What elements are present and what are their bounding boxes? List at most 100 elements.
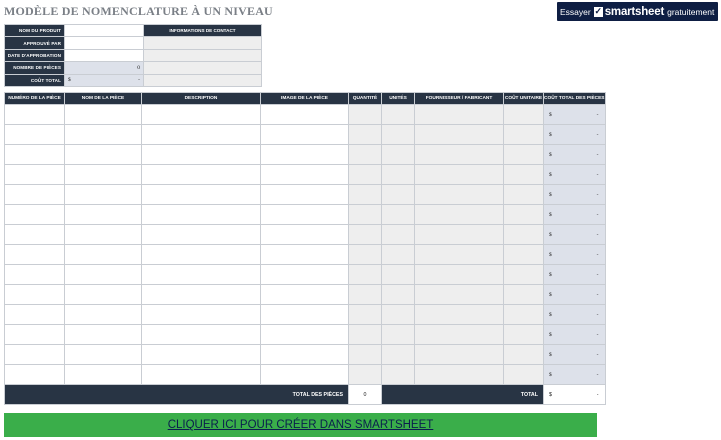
cell-units[interactable] [381, 204, 415, 225]
cell-units[interactable] [381, 224, 415, 245]
cell-part-name[interactable] [64, 124, 142, 145]
create-in-smartsheet-link[interactable]: CLIQUER ICI POUR CRÉER DANS SMARTSHEET [4, 413, 597, 437]
cell-part-name[interactable] [64, 344, 142, 365]
cell-units[interactable] [381, 244, 415, 265]
approval-date-field[interactable] [64, 48, 144, 63]
cell-part-number[interactable] [4, 304, 65, 325]
cell-part-image[interactable] [260, 244, 349, 265]
cell-part-name[interactable] [64, 284, 142, 305]
cell-part-image[interactable] [260, 124, 349, 145]
cell-unit-cost[interactable] [503, 124, 544, 145]
contact-info-field[interactable] [143, 73, 262, 87]
cell-part-name[interactable] [64, 144, 142, 165]
cell-part-number[interactable] [4, 184, 65, 205]
cell-part-image[interactable] [260, 164, 349, 185]
cell-part-number[interactable] [4, 224, 65, 245]
cell-part-number[interactable] [4, 344, 65, 365]
cell-quantity[interactable] [348, 124, 382, 145]
cell-units[interactable] [381, 344, 415, 365]
cell-part-number[interactable] [4, 144, 65, 165]
contact-info-field[interactable] [143, 61, 262, 75]
cell-units[interactable] [381, 264, 415, 285]
cell-part-image[interactable] [260, 344, 349, 365]
cell-unit-cost[interactable] [503, 204, 544, 225]
cell-units[interactable] [381, 324, 415, 345]
cell-part-number[interactable] [4, 264, 65, 285]
cell-description[interactable] [141, 304, 261, 325]
smartsheet-trial-banner[interactable]: Essayer ✓ smartsheet gratuitement [557, 2, 718, 21]
cell-description[interactable] [141, 184, 261, 205]
cell-supplier[interactable] [414, 284, 504, 305]
cell-supplier[interactable] [414, 204, 504, 225]
cell-units[interactable] [381, 124, 415, 145]
cell-unit-cost[interactable] [503, 344, 544, 365]
cell-units[interactable] [381, 184, 415, 205]
cell-part-name[interactable] [64, 204, 142, 225]
cell-units[interactable] [381, 304, 415, 325]
cell-quantity[interactable] [348, 324, 382, 345]
cell-quantity[interactable] [348, 164, 382, 185]
cell-part-name[interactable] [64, 104, 142, 125]
cell-supplier[interactable] [414, 144, 504, 165]
cell-part-image[interactable] [260, 324, 349, 345]
cell-units[interactable] [381, 284, 415, 305]
cell-unit-cost[interactable] [503, 184, 544, 205]
cell-part-number[interactable] [4, 124, 65, 145]
cell-part-number[interactable] [4, 104, 65, 125]
cell-supplier[interactable] [414, 124, 504, 145]
cell-description[interactable] [141, 124, 261, 145]
cell-part-image[interactable] [260, 304, 349, 325]
cell-unit-cost[interactable] [503, 104, 544, 125]
cell-part-image[interactable] [260, 144, 349, 165]
cell-supplier[interactable] [414, 224, 504, 245]
cell-quantity[interactable] [348, 224, 382, 245]
cell-quantity[interactable] [348, 204, 382, 225]
cell-description[interactable] [141, 264, 261, 285]
cell-description[interactable] [141, 224, 261, 245]
cell-description[interactable] [141, 244, 261, 265]
cell-part-name[interactable] [64, 244, 142, 265]
cell-part-name[interactable] [64, 164, 142, 185]
contact-info-field[interactable] [143, 36, 262, 50]
cell-part-name[interactable] [64, 304, 142, 325]
cell-supplier[interactable] [414, 264, 504, 285]
cell-quantity[interactable] [348, 284, 382, 305]
cell-supplier[interactable] [414, 164, 504, 185]
cell-unit-cost[interactable] [503, 164, 544, 185]
cell-units[interactable] [381, 164, 415, 185]
cell-description[interactable] [141, 204, 261, 225]
cell-quantity[interactable] [348, 344, 382, 365]
cell-quantity[interactable] [348, 144, 382, 165]
cell-quantity[interactable] [348, 264, 382, 285]
cell-description[interactable] [141, 324, 261, 345]
cell-description[interactable] [141, 284, 261, 305]
cell-description[interactable] [141, 144, 261, 165]
cell-description[interactable] [141, 364, 261, 385]
cell-unit-cost[interactable] [503, 244, 544, 265]
product-name-field[interactable] [64, 23, 144, 38]
cell-units[interactable] [381, 104, 415, 125]
cell-supplier[interactable] [414, 364, 504, 385]
cell-part-image[interactable] [260, 264, 349, 285]
cell-part-image[interactable] [260, 184, 349, 205]
cell-quantity[interactable] [348, 244, 382, 265]
cell-unit-cost[interactable] [503, 144, 544, 165]
cell-part-image[interactable] [260, 224, 349, 245]
cell-unit-cost[interactable] [503, 364, 544, 385]
cell-part-number[interactable] [4, 284, 65, 305]
cell-supplier[interactable] [414, 304, 504, 325]
cell-unit-cost[interactable] [503, 304, 544, 325]
cell-unit-cost[interactable] [503, 224, 544, 245]
cell-part-name[interactable] [64, 224, 142, 245]
cell-supplier[interactable] [414, 244, 504, 265]
cell-unit-cost[interactable] [503, 324, 544, 345]
approved-by-field[interactable] [64, 36, 144, 50]
cell-supplier[interactable] [414, 184, 504, 205]
cell-unit-cost[interactable] [503, 284, 544, 305]
cell-part-number[interactable] [4, 164, 65, 185]
cell-supplier[interactable] [414, 104, 504, 125]
cell-part-image[interactable] [260, 284, 349, 305]
cell-part-number[interactable] [4, 364, 65, 385]
cell-description[interactable] [141, 104, 261, 125]
cell-quantity[interactable] [348, 104, 382, 125]
